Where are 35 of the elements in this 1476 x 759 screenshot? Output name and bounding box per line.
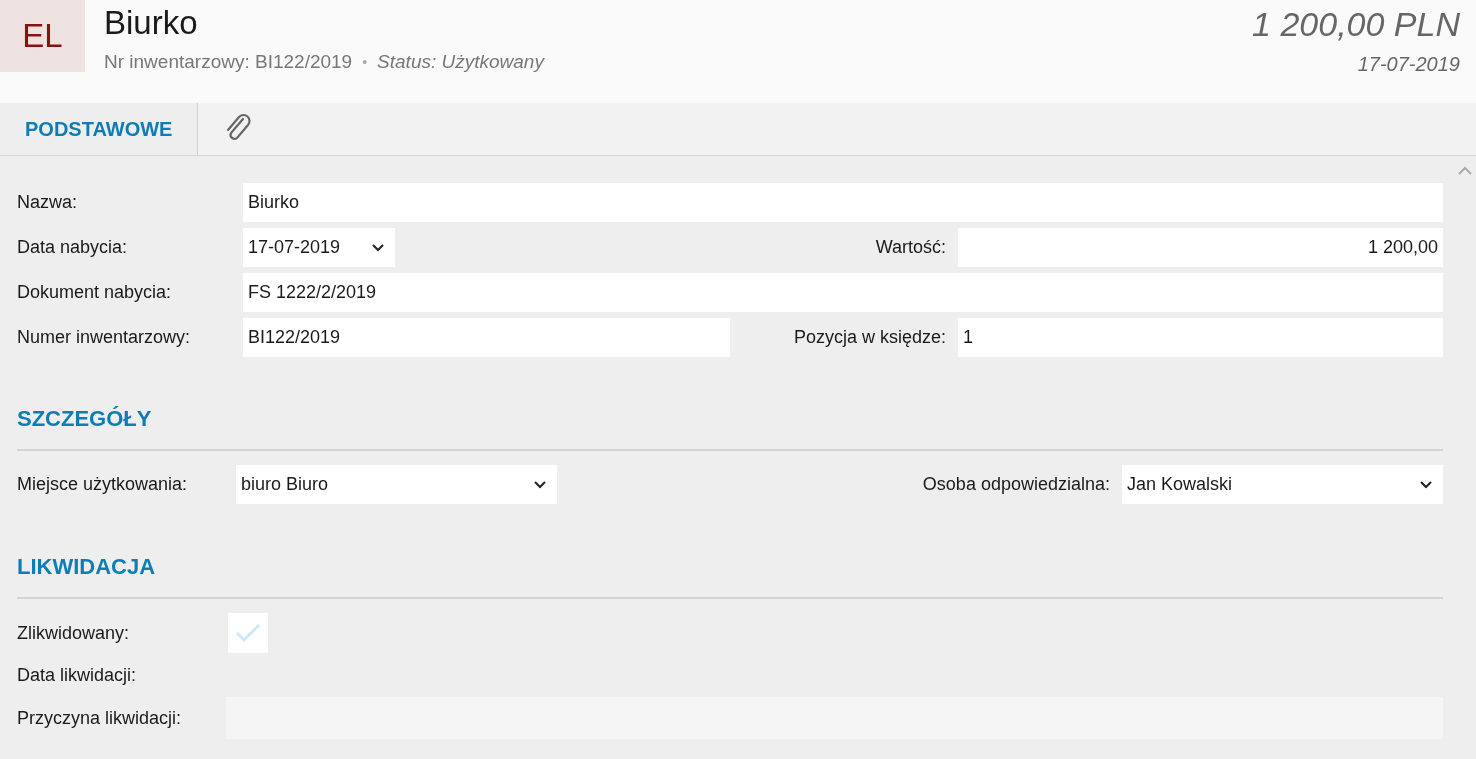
field-label: Nazwa: bbox=[17, 192, 78, 212]
item-title: Biurko bbox=[104, 3, 199, 43]
tab[interactable]: PODSTAWOWE bbox=[0, 103, 199, 155]
field-label: Data likwidacji: bbox=[17, 663, 137, 687]
dropdown-field[interactable]: Jan Kowalski bbox=[1122, 465, 1443, 504]
text-field[interactable]: 1 bbox=[958, 318, 1443, 357]
chevron-down-icon bbox=[371, 243, 385, 252]
field-label: Dokument nabycia: bbox=[17, 282, 172, 302]
text-field[interactable]: 1 200,00 bbox=[958, 228, 1443, 267]
text-field[interactable]: FS 1222/2/2019 bbox=[243, 273, 1443, 312]
field-label: Wartość: bbox=[875, 236, 946, 259]
status-text: Status: Użytkowany bbox=[377, 50, 544, 74]
field-label: Zlikwidowany: bbox=[17, 622, 130, 643]
dropdown-field[interactable]: biuro Biuro bbox=[236, 465, 557, 504]
dropdown-field[interactable]: 17-07-2019 bbox=[243, 228, 395, 267]
inventory-number: Nr inwentarzowy: BI122/2019 bbox=[104, 50, 353, 74]
text-field[interactable]: BI122/2019 bbox=[243, 318, 730, 357]
checkbox[interactable] bbox=[228, 613, 268, 653]
date: 17-07-2019 bbox=[1357, 52, 1460, 77]
chevron-down-icon bbox=[533, 480, 547, 489]
section-heading: LIKWIDACJA bbox=[17, 553, 157, 581]
field-label: Data nabycia: bbox=[17, 237, 128, 257]
check-icon bbox=[234, 622, 262, 644]
amount: 1 200,00 PLN bbox=[1252, 4, 1460, 45]
field-label: Osoba odpowiedzialna: bbox=[922, 473, 1110, 496]
chevron-down-icon bbox=[1419, 480, 1433, 489]
text-field[interactable]: Biurko bbox=[243, 183, 1443, 222]
field-label: Pozycja w księdze: bbox=[793, 326, 946, 349]
avatar: EL bbox=[0, 0, 85, 72]
scroll-up-icon[interactable] bbox=[1457, 166, 1473, 176]
separator-dot: • bbox=[362, 52, 368, 72]
field-label: Numer inwentarzowy: bbox=[17, 327, 191, 347]
section-heading: SZCZEGÓŁY bbox=[17, 405, 153, 433]
field-label: Miejsce użytkowania: bbox=[17, 474, 188, 494]
field-label: Przyczyna likwidacji: bbox=[17, 707, 182, 728]
